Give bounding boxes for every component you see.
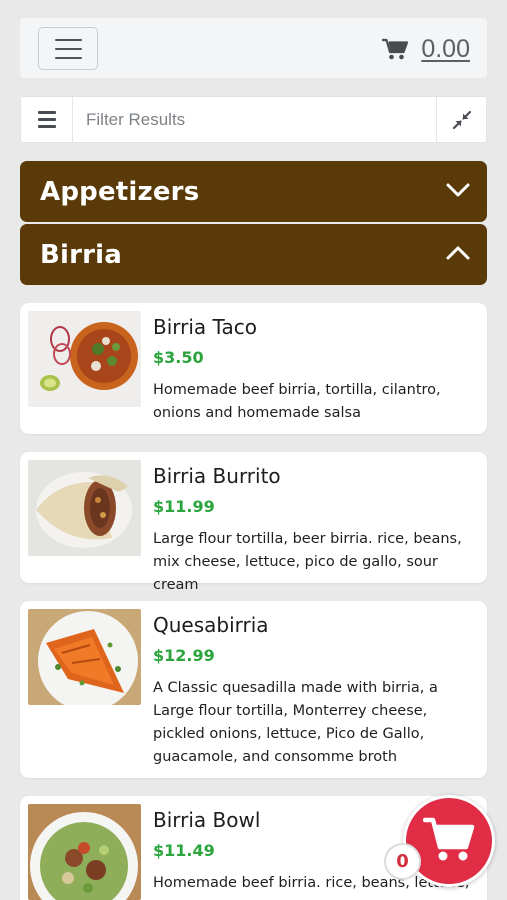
item-price: $11.99 [153, 497, 215, 516]
item-info: Birria Burrito $11.99 Large flour tortil… [153, 464, 479, 597]
list-line [37, 111, 56, 114]
cart-count-badge: 0 [384, 843, 421, 880]
chevron-down-icon [445, 181, 471, 203]
filter-results-input[interactable] [73, 97, 436, 142]
menu-bar-line [54, 47, 82, 50]
category-label: Birria [40, 239, 123, 270]
hamburger-menu-button[interactable] [38, 27, 98, 70]
filter-bar [20, 96, 487, 143]
category-birria-header[interactable]: Birria [20, 224, 487, 285]
item-photo [28, 460, 141, 556]
item-info: Quesabirria $12.99 A Classic quesadilla … [153, 613, 479, 769]
item-photo [28, 311, 141, 407]
list-line [37, 118, 56, 121]
menu-bar-line [54, 38, 82, 41]
item-photo [28, 609, 141, 705]
item-description: Homemade beef birria, tortilla, cilantro… [153, 382, 441, 421]
shopping-cart-icon [422, 815, 475, 867]
item-info: Birria Taco $3.50 Homemade beef birria, … [153, 315, 479, 425]
item-name: Birria Taco [153, 315, 257, 339]
chevron-up-icon [445, 244, 471, 266]
cart-total-amount[interactable]: 0.00 [421, 35, 470, 64]
category-label: Appetizers [40, 176, 200, 207]
menu-bar-line [54, 56, 82, 59]
item-name: Quesabirria [153, 613, 269, 637]
menu-item-card[interactable]: Quesabirria $12.99 A Classic quesadilla … [20, 601, 487, 778]
cart-total-link[interactable]: 0.00 [382, 34, 470, 64]
menu-item-card[interactable]: Birria Taco $3.50 Homemade beef birria, … [20, 303, 487, 434]
top-bar: 0.00 [20, 18, 487, 78]
item-name: Birria Burrito [153, 464, 281, 488]
shopping-cart-icon [382, 38, 409, 60]
collapse-arrows-icon[interactable] [436, 97, 486, 142]
item-description: A Classic quesadilla made with birria, a… [153, 680, 438, 765]
list-icon[interactable] [21, 97, 73, 142]
item-photo [28, 804, 141, 900]
category-appetizers-header[interactable]: Appetizers [20, 161, 487, 222]
item-price: $12.99 [153, 646, 215, 665]
item-description: Large flour tortilla, beer birria. rice,… [153, 531, 462, 593]
menu-item-card[interactable]: Birria Burrito $11.99 Large flour tortil… [20, 452, 487, 593]
list-line [37, 125, 56, 128]
item-price: $3.50 [153, 348, 204, 367]
